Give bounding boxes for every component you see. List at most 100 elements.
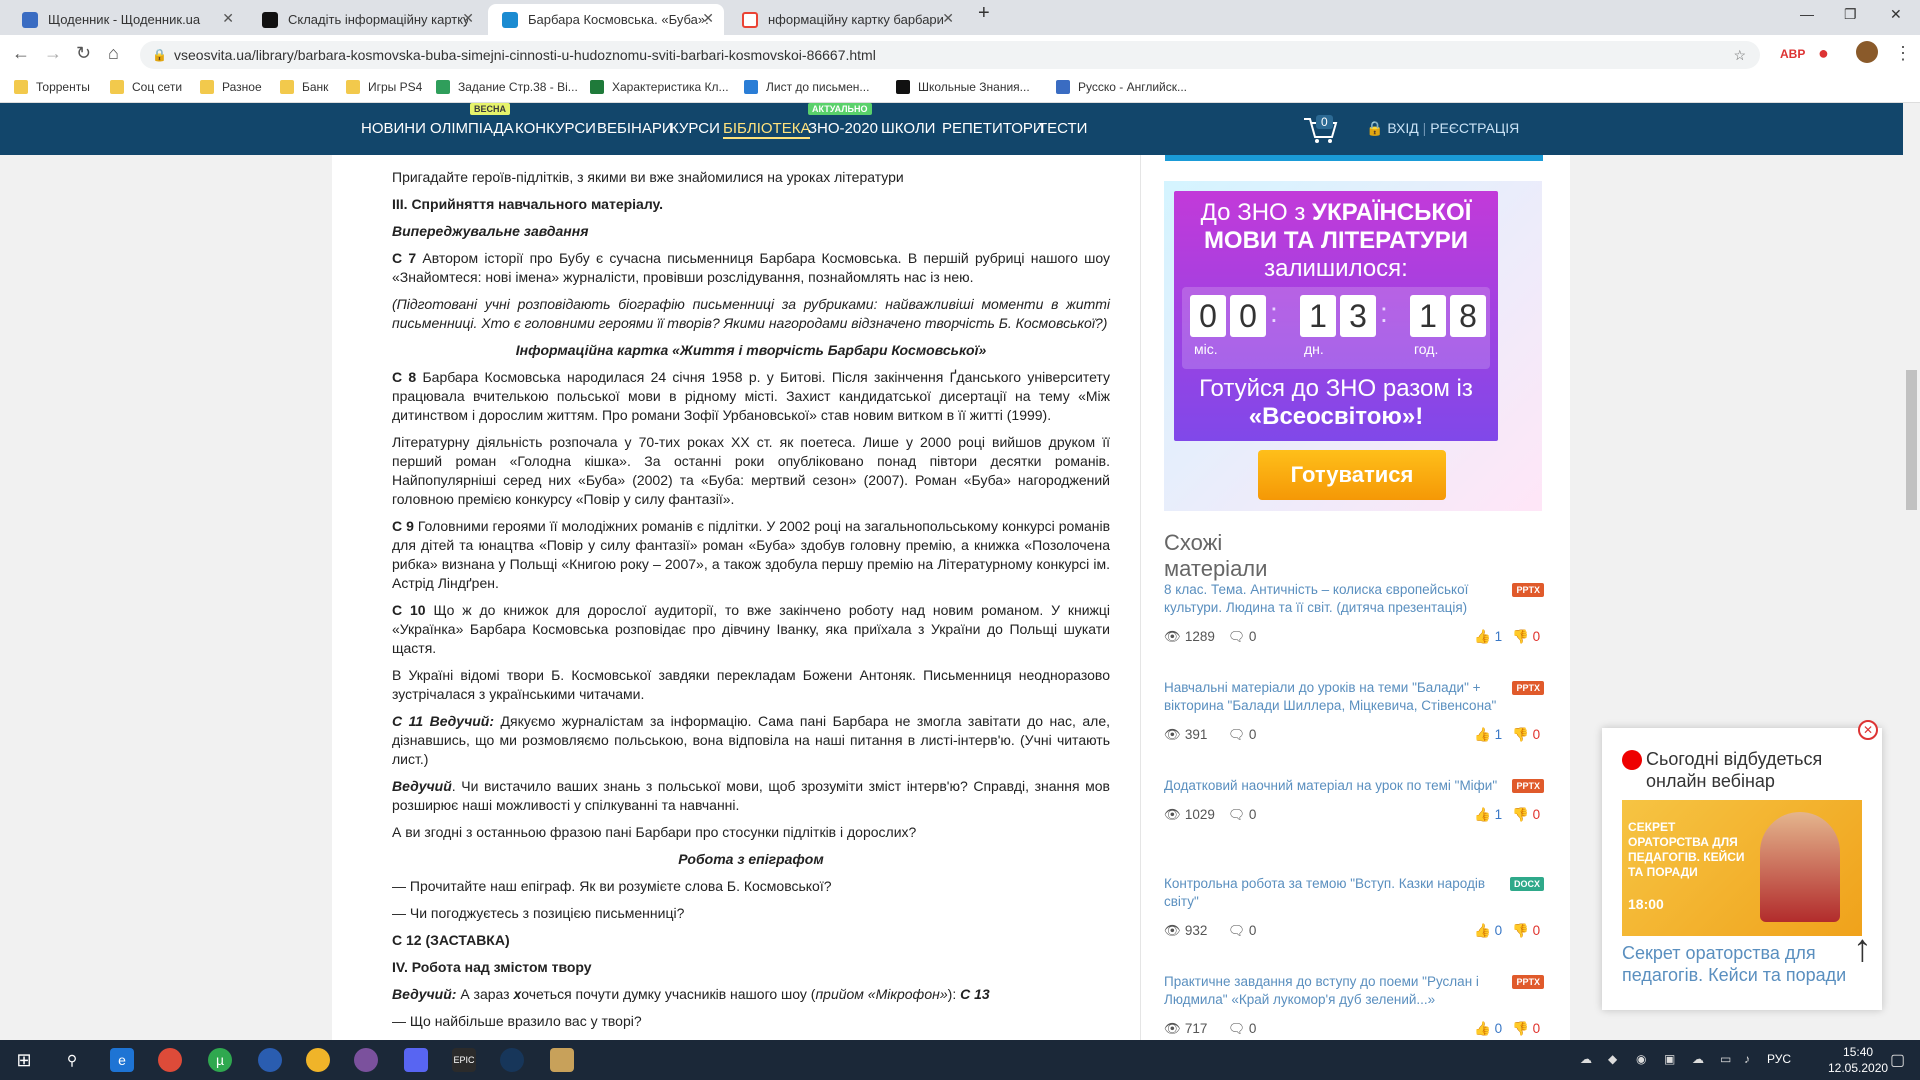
- lock-icon: 🔒: [1366, 120, 1384, 136]
- scroll-up-arrow-icon[interactable]: ↑: [1853, 928, 1872, 971]
- eye-icon: 👁: [1164, 727, 1182, 742]
- browser-tab[interactable]: нформаційну картку барбари К ✕: [728, 4, 964, 35]
- nav-courses[interactable]: КУРСИ: [670, 120, 720, 137]
- bookmark-item[interactable]: Характеристика Кл...: [590, 80, 729, 94]
- browser-tab-active[interactable]: Барбара Космовська. «Буба». С ✕: [488, 4, 724, 35]
- chrome-icon[interactable]: [158, 1048, 182, 1072]
- close-tab-icon[interactable]: ✕: [702, 10, 714, 27]
- bookmark-item[interactable]: Русско - Английск...: [1056, 80, 1187, 94]
- paragraph: А ви згодні з останньою фразою пані Барб…: [392, 824, 917, 840]
- close-tab-icon[interactable]: ✕: [942, 10, 954, 27]
- bookmark-item[interactable]: Лист до письмен...: [744, 80, 869, 94]
- network-icon[interactable]: ▭: [1720, 1052, 1731, 1066]
- similar-link[interactable]: Практичне завдання до вступу до поеми "Р…: [1164, 973, 1504, 1009]
- webinar-image[interactable]: СЕКРЕТ ОРАТОРСТВА ДЛЯ ПЕДАГОГІВ. КЕЙСИ Т…: [1622, 800, 1862, 936]
- nav-library[interactable]: БІБЛІОТЕКА: [723, 120, 811, 139]
- similar-link[interactable]: Додатковий наочний матеріал на урок по т…: [1164, 777, 1504, 795]
- url-input[interactable]: 🔒 vseosvita.ua/library/barbara-kosmovska…: [140, 41, 1760, 69]
- nav-webinars[interactable]: ВЕБІНАРИ: [597, 120, 673, 137]
- bookmark-item[interactable]: Разное: [200, 80, 262, 94]
- close-tab-icon[interactable]: ✕: [462, 10, 474, 27]
- new-tab-button[interactable]: +: [978, 2, 990, 25]
- viber-icon[interactable]: [354, 1048, 378, 1072]
- network-app-icon[interactable]: [258, 1048, 282, 1072]
- volume-icon[interactable]: ♪: [1744, 1052, 1750, 1066]
- adblock-icon[interactable]: ABP: [1780, 47, 1805, 61]
- menu-dots-icon[interactable]: ⋮: [1894, 43, 1912, 64]
- like-count[interactable]: 👍 0: [1474, 1021, 1502, 1037]
- similar-link[interactable]: Контрольна робота за темою "Вступ. Казки…: [1164, 875, 1504, 911]
- minimize-icon[interactable]: —: [1800, 6, 1814, 22]
- epic-games-icon[interactable]: EPIC: [452, 1048, 476, 1072]
- login-link[interactable]: ВХІД: [1387, 120, 1418, 136]
- nav-contests[interactable]: КОНКУРСИ: [515, 120, 596, 137]
- onedrive-icon[interactable]: ☁: [1692, 1052, 1704, 1066]
- steam-icon[interactable]: [500, 1048, 524, 1072]
- nav-zno[interactable]: ЗНО-2020: [808, 120, 878, 137]
- profile-avatar[interactable]: [1856, 41, 1878, 63]
- home-icon[interactable]: ⌂: [108, 43, 119, 64]
- like-count[interactable]: 👍 1: [1474, 807, 1502, 823]
- discord-icon[interactable]: [404, 1048, 428, 1072]
- paragraph: С 8 Барбара Космовська народилася 24 січ…: [392, 369, 1110, 423]
- similar-link[interactable]: Навчальні матеріали до уроків на теми "Б…: [1164, 679, 1504, 715]
- like-count[interactable]: 👍 1: [1474, 727, 1502, 743]
- nav-olympiad[interactable]: ОЛІМПІАДА: [430, 120, 514, 137]
- close-icon[interactable]: ✕: [1858, 720, 1878, 740]
- tab-strip: Щоденник - Щоденник.ua ✕ Складіть інформ…: [0, 0, 1920, 35]
- dislike-count[interactable]: 👎 0: [1512, 807, 1540, 823]
- scrollbar[interactable]: [1903, 103, 1920, 1043]
- views-count: 👁 391: [1164, 727, 1208, 742]
- webinar-link[interactable]: Секрет ораторства для педагогів. Кейси т…: [1622, 942, 1852, 986]
- utorrent-icon[interactable]: µ: [208, 1048, 232, 1072]
- comment-icon: 🗨: [1228, 727, 1246, 742]
- search-icon[interactable]: ⚲: [60, 1048, 84, 1072]
- timer-digit: 3: [1340, 295, 1376, 337]
- register-link[interactable]: РЕЄСТРАЦІЯ: [1430, 120, 1519, 136]
- back-arrow-icon[interactable]: ←: [12, 43, 30, 64]
- scrollbar-thumb[interactable]: [1906, 370, 1917, 510]
- prepare-button[interactable]: Готуватися: [1258, 450, 1446, 500]
- close-tab-icon[interactable]: ✕: [222, 10, 234, 27]
- forward-arrow-icon[interactable]: →: [44, 43, 62, 64]
- browser-tab[interactable]: Щоденник - Щоденник.ua ✕: [8, 4, 244, 35]
- tray-icon[interactable]: ◉: [1636, 1052, 1646, 1066]
- dislike-count[interactable]: 👎 0: [1512, 1021, 1540, 1037]
- bookmark-item[interactable]: Задание Стр.38 - Ві...: [436, 80, 578, 94]
- tray-icon[interactable]: ☁: [1580, 1052, 1592, 1066]
- bookmark-item[interactable]: Соц сети: [110, 80, 182, 94]
- app-triangle-icon[interactable]: [306, 1048, 330, 1072]
- bookmark-star-icon[interactable]: ☆: [1733, 41, 1746, 69]
- similar-link[interactable]: 8 клас. Тема. Античність – колиска європ…: [1164, 581, 1504, 617]
- clock[interactable]: 15:40 12.05.2020: [1828, 1044, 1888, 1076]
- nav-tests[interactable]: ТЕСТИ: [1038, 120, 1087, 137]
- like-count[interactable]: 👍 0: [1474, 923, 1502, 939]
- extension-icon[interactable]: ●: [1818, 43, 1829, 64]
- notification-icon[interactable]: ▢: [1890, 1050, 1905, 1070]
- reload-icon[interactable]: ↻: [76, 43, 91, 64]
- article-text: Пригадайте героїв-підлітків, з якими ви …: [392, 166, 1110, 1039]
- bookmark-item[interactable]: Школьные Знания...: [896, 80, 1030, 94]
- bookmark-item[interactable]: Банк: [280, 80, 328, 94]
- maximize-icon[interactable]: ❐: [1844, 6, 1857, 23]
- dislike-count[interactable]: 👎 0: [1512, 629, 1540, 645]
- folder-icon: [346, 80, 360, 94]
- nav-schools[interactable]: ШКОЛИ: [881, 120, 935, 137]
- browser-tab[interactable]: Складіть інформаційну картку б ✕: [248, 4, 484, 35]
- tray-icon[interactable]: ◆: [1608, 1052, 1617, 1066]
- language-indicator[interactable]: РУС: [1767, 1052, 1791, 1066]
- archive-icon[interactable]: [550, 1048, 574, 1072]
- windows-start-icon[interactable]: ⊞: [12, 1048, 36, 1072]
- nav-news[interactable]: НОВИНИ: [361, 120, 426, 137]
- nav-tutors[interactable]: РЕПЕТИТОРИ: [942, 120, 1044, 137]
- dislike-count[interactable]: 👎 0: [1512, 923, 1540, 939]
- comments-count: 🗨 0: [1228, 727, 1257, 742]
- close-window-icon[interactable]: ✕: [1890, 6, 1902, 23]
- edge-icon[interactable]: e: [110, 1048, 134, 1072]
- tray-icon[interactable]: ▣: [1664, 1052, 1675, 1066]
- bookmark-item[interactable]: Торренты: [14, 80, 90, 94]
- dislike-count[interactable]: 👎 0: [1512, 727, 1540, 743]
- like-count[interactable]: 👍 1: [1474, 629, 1502, 645]
- bookmark-item[interactable]: Игры PS4: [346, 80, 422, 94]
- thumbs-up-icon: 👍: [1474, 1021, 1491, 1036]
